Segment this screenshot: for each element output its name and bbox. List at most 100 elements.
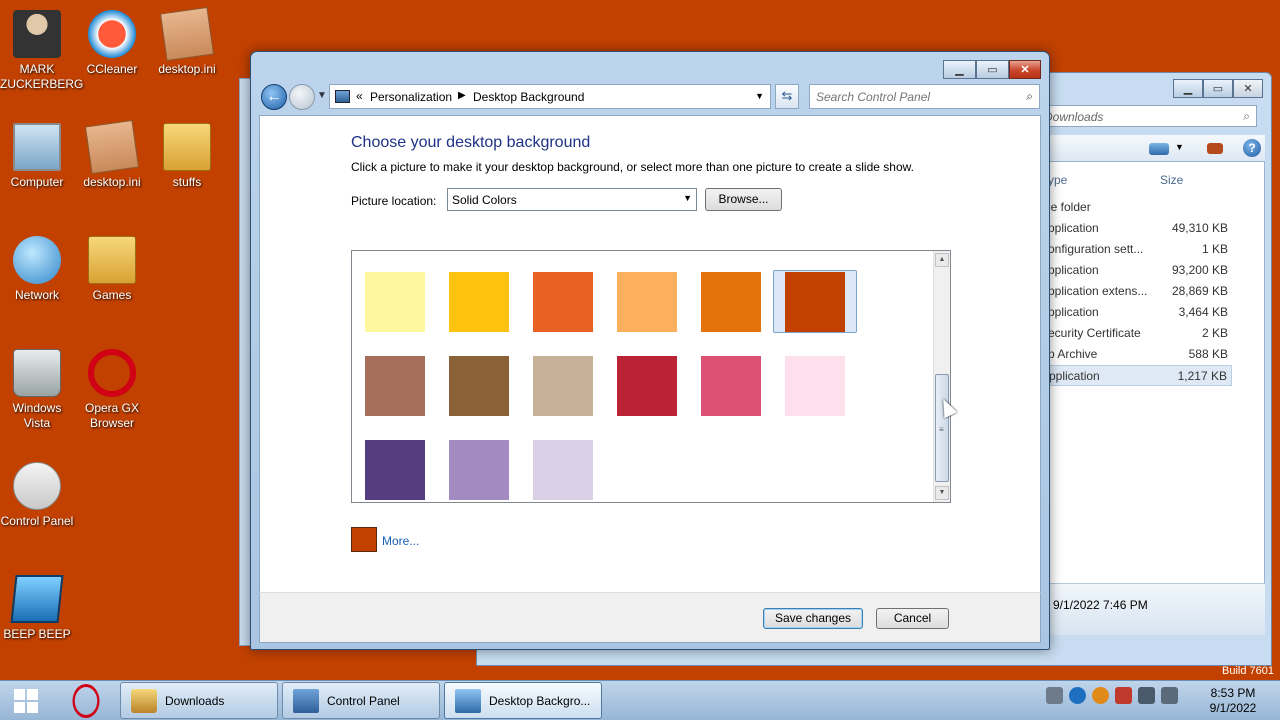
scrollbar-thumb[interactable]: ≡ [935,374,949,482]
action-center-icon[interactable] [1046,687,1063,704]
minimize-button[interactable]: ▁ [943,60,976,79]
maximize-button[interactable]: ▭ [976,60,1009,79]
taskbar-button-label: Control Panel [327,694,400,708]
color-swatch[interactable] [449,356,509,416]
file-row[interactable]: pplication 3,464 KB [1048,302,1232,323]
file-row[interactable]: pplication 93,200 KB [1048,260,1232,281]
color-swatch[interactable] [365,272,425,332]
file-size: 93,200 KB [1171,263,1228,277]
clock-date: 9/1/2022 [1209,701,1257,715]
maximize-button[interactable]: ▭ [1203,79,1233,98]
desktop-icon-label: stuffs [172,175,202,189]
color-swatch[interactable] [365,356,425,416]
windows-logo-quadrant [27,689,38,700]
file-row[interactable]: p Archive 588 KB [1048,344,1232,365]
file-row[interactable]: onfiguration sett... 1 KB [1048,239,1232,260]
search-input[interactable] [816,86,1016,108]
scroll-up-arrow-icon[interactable]: ▲ [935,253,949,267]
search-box[interactable]: ⌕ [809,84,1040,109]
breadcrumb[interactable]: « Personalization ▶ Desktop Background ▼ [329,84,771,109]
desktop-icon-windows-vista[interactable]: Windows Vista [0,349,74,431]
color-swatch[interactable] [701,356,761,416]
breadcrumb-overflow[interactable]: « [356,89,363,103]
taskbar-button-control-panel[interactable]: Control Panel [282,682,440,719]
taskbar-button-downloads[interactable]: Downloads [120,682,278,719]
search-tray-icon[interactable] [1092,687,1109,704]
more-colors-link[interactable]: More... [382,534,419,548]
breadcrumb-desktop-background[interactable]: Desktop Background [473,90,584,104]
desktop-icon-stuffs[interactable]: stuffs [150,123,224,190]
color-swatch[interactable] [449,440,509,500]
control-panel-window[interactable]: ▁ ▭ ✕ ← ▼ « Personalization ▶ Desktop Ba… [250,51,1050,650]
color-swatch-list[interactable]: ▲ ≡ ▼ [351,250,951,503]
explorer-search-input[interactable]: rch Downloads ⌕ [1017,105,1257,127]
file-type: pplication extens... [1048,284,1148,298]
desktop-icon-label: MARK ZUCKERBERG [0,62,84,91]
color-swatch[interactable] [785,356,845,416]
preview-pane-icon[interactable] [1207,143,1223,154]
search-icon[interactable]: ⌕ [1026,89,1033,104]
desktop-icon-desktop-ini[interactable]: desktop.ini [150,6,224,77]
security-icon[interactable] [1069,687,1086,704]
file-row-selected[interactable]: pplication 1,217 KB [1048,365,1232,386]
color-swatch-selected[interactable] [785,272,845,332]
volume-icon[interactable] [1161,687,1178,704]
current-color-swatch[interactable] [351,527,377,552]
desktop-icon-mark-zuckerberg[interactable]: MARK ZUCKERBERG [0,10,84,92]
cancel-button[interactable]: Cancel [876,608,949,629]
start-button[interactable] [4,683,48,719]
chevron-down-icon[interactable]: ▼ [683,193,692,203]
color-swatch[interactable] [533,440,593,500]
taskbar-button-desktop-background[interactable]: Desktop Backgro... [444,682,602,719]
column-size[interactable]: Size [1160,173,1183,187]
desktop-icon-desktop-ini-2[interactable]: desktop.ini [75,119,149,190]
desktop-icon-network[interactable]: Network [0,236,74,303]
recent-pages-dropdown-icon[interactable]: ▼ [317,90,327,101]
desktop-icon-beep-beep[interactable]: BEEP BEEP [0,575,74,642]
desktop-icon-ccleaner[interactable]: CCleaner [75,10,149,77]
desktop-icon-label: Network [14,288,59,302]
refresh-icon[interactable]: ⇆ [775,84,799,109]
forward-arrow-icon[interactable] [289,84,315,110]
vertical-scrollbar[interactable]: ▲ ≡ ▼ [933,251,950,502]
scroll-down-arrow-icon[interactable]: ▼ [935,486,949,500]
breadcrumb-personalization[interactable]: Personalization [370,90,452,104]
file-row[interactable]: le folder [1048,197,1232,218]
color-swatch[interactable] [617,356,677,416]
folder-icon [163,123,211,171]
file-row[interactable]: pplication extens... 28,869 KB [1048,281,1232,302]
file-row[interactable]: ecurity Certificate 2 KB [1048,323,1232,344]
picture-location-select[interactable]: Solid Colors ▼ [447,188,697,211]
chevron-down-icon[interactable]: ▼ [755,91,764,101]
help-icon[interactable]: ? [1243,139,1261,157]
desktop-icon-control-panel[interactable]: Control Panel [0,462,74,529]
close-button[interactable]: ✕ [1009,60,1041,79]
back-arrow-icon[interactable]: ← [261,84,287,110]
opera-taskbar-icon[interactable] [72,684,100,718]
chevron-down-icon[interactable]: ▼ [1175,142,1184,152]
color-swatch[interactable] [701,272,761,332]
desktop-icon-opera-gx[interactable]: Opera GX Browser [75,349,149,431]
desktop-icon-computer[interactable]: Computer [0,123,74,190]
desktop-icon-label: CCleaner [86,62,138,76]
flag-icon[interactable] [1115,687,1132,704]
network-icon[interactable] [1138,687,1155,704]
views-icon[interactable] [1149,143,1169,155]
browse-button[interactable]: Browse... [705,188,782,211]
desktop-icon-label: Games [92,288,132,302]
desktop-icon-games[interactable]: Games [75,236,149,303]
system-clock[interactable]: 8:53 PM 9/1/2022 [1200,686,1266,716]
save-changes-button[interactable]: Save changes [763,608,863,629]
color-swatch[interactable] [533,272,593,332]
color-swatch[interactable] [449,272,509,332]
column-type[interactable]: ype [1048,173,1067,187]
desktop-icon-label: Control Panel [0,514,74,528]
chevron-right-icon[interactable]: ▶ [458,90,466,101]
color-swatch[interactable] [533,356,593,416]
file-row[interactable]: pplication 49,310 KB [1048,218,1232,239]
color-swatch[interactable] [365,440,425,500]
minimize-button[interactable]: ▁ [1173,79,1203,98]
page-title: Choose your desktop background [351,134,591,151]
close-button[interactable]: ✕ [1233,79,1263,98]
color-swatch[interactable] [617,272,677,332]
